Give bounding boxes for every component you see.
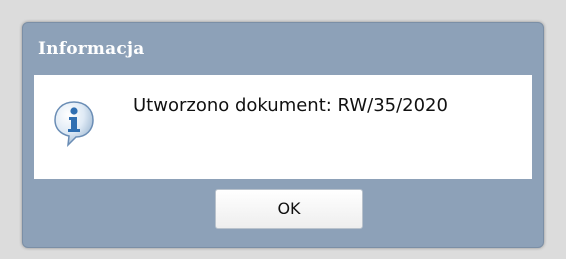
- info-icon: [52, 99, 96, 148]
- info-dialog: Informacja Utworzono dokument: RW/35/202…: [22, 22, 544, 248]
- ok-button[interactable]: OK: [215, 189, 363, 229]
- dialog-content: Utworzono dokument: RW/35/2020: [34, 75, 532, 179]
- dialog-message: Utworzono dokument: RW/35/2020: [133, 95, 448, 116]
- dialog-title: Informacja: [38, 39, 145, 59]
